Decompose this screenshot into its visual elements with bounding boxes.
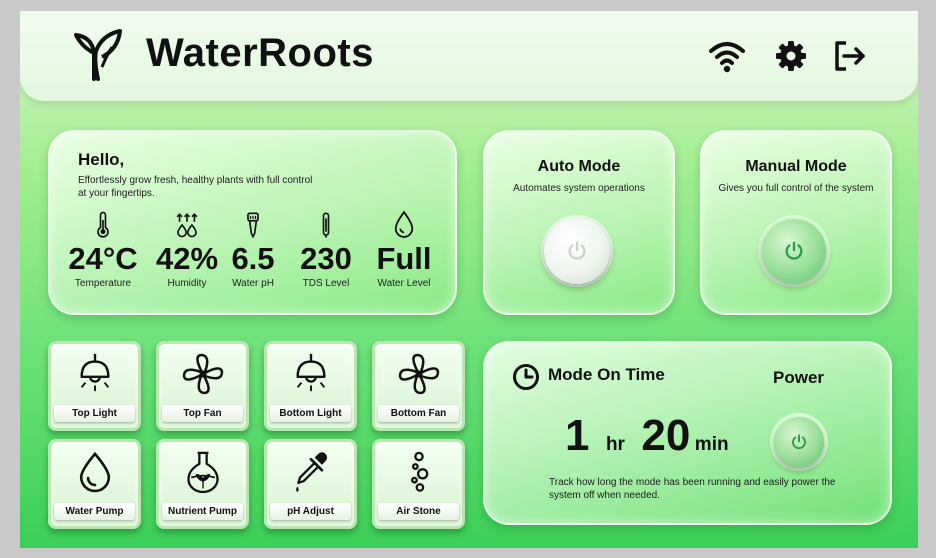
ceiling-light-icon <box>295 353 326 392</box>
app-header: WaterRoots <box>20 11 918 101</box>
ceiling-light-icon <box>79 353 110 392</box>
hours-value: 1 <box>565 411 590 460</box>
ph-probe-icon <box>247 212 259 239</box>
manual-mode-title: Manual Mode <box>745 158 847 175</box>
mode-on-time-card: Mode On Time Power 1 hr 20 min Track how… <box>483 341 892 525</box>
bottom-fan-button[interactable]: Bottom Fan <box>372 341 465 431</box>
bubbles-icon <box>410 451 428 492</box>
bottom-light-button[interactable]: Bottom Light <box>264 341 357 431</box>
metric-temperature: 24°C Temperature <box>63 210 143 289</box>
power-icon <box>785 241 803 260</box>
nutrient-pump-button[interactable]: Nutrient Pump <box>156 439 249 529</box>
tile-label: Nutrient Pump <box>162 503 243 520</box>
humidity-icon <box>176 213 198 238</box>
flask-icon <box>186 451 219 494</box>
tile-label: Bottom Light <box>270 405 351 422</box>
ph-adjust-button[interactable]: pH Adjust <box>264 439 357 529</box>
top-light-button[interactable]: Top Light <box>48 341 141 431</box>
tile-label: Top Fan <box>162 405 243 422</box>
tds-probe-icon <box>322 212 330 238</box>
dropper-icon <box>295 452 327 492</box>
tile-label: Water Pump <box>54 503 135 520</box>
fan-icon <box>182 353 223 395</box>
water-drop-icon <box>394 210 414 238</box>
tile-label: pH Adjust <box>270 503 351 520</box>
metric-tds-level: 230 TDS Level <box>286 210 366 289</box>
greeting: Hello, <box>78 150 125 169</box>
power-icon <box>792 434 806 450</box>
mode-time-note: Track how long the mode has been running… <box>549 477 836 501</box>
elapsed-time: 1 hr 20 min <box>565 411 729 461</box>
fan-icon <box>398 353 439 395</box>
tile-label: Bottom Fan <box>378 405 459 422</box>
greeting-subtitle: Effortlessly grow fresh, healthy plants … <box>78 175 313 199</box>
power-icon <box>568 241 586 260</box>
water-drop-icon <box>79 451 110 493</box>
wifi-icon[interactable] <box>708 37 746 75</box>
air-stone-button[interactable]: Air Stone <box>372 439 465 529</box>
app-title: WaterRoots <box>146 31 374 75</box>
tile-label: Air Stone <box>378 503 459 520</box>
water-pump-button[interactable]: Water Pump <box>48 439 141 529</box>
minutes-value: 20 <box>641 411 691 460</box>
top-fan-button[interactable]: Top Fan <box>156 341 249 431</box>
minutes-unit: min <box>694 434 729 455</box>
manual-mode-card: Manual Mode Gives you full control of th… <box>700 130 892 315</box>
sensor-overview-card: Hello, Effortlessly grow fresh, healthy … <box>48 130 457 315</box>
logout-icon[interactable] <box>830 37 868 75</box>
leaf-logo-icon <box>74 29 122 81</box>
metric-water-ph: 6.5 Water pH <box>213 210 293 289</box>
manual-mode-power-button[interactable] <box>762 219 826 283</box>
power-button[interactable] <box>774 417 824 467</box>
power-label: Power <box>773 368 825 387</box>
auto-mode-card: Auto Mode Automates system operations <box>483 130 675 315</box>
auto-mode-title: Auto Mode <box>537 158 621 175</box>
mode-on-time-title: Mode On Time <box>548 365 665 384</box>
manual-mode-desc: Gives you full control of the system <box>718 183 874 194</box>
dashboard-screen: WaterRoots Hello, Effortlessly grow fres… <box>20 11 918 548</box>
auto-mode-power-button[interactable] <box>544 218 610 284</box>
tile-label: Top Light <box>54 405 135 422</box>
thermometer-icon <box>97 211 109 238</box>
auto-mode-desc: Automates system operations <box>513 183 645 194</box>
metric-water-level: Full Water Level <box>364 210 444 289</box>
clock-icon <box>513 364 539 390</box>
hours-unit: hr <box>605 434 625 455</box>
gear-icon[interactable] <box>772 37 810 75</box>
